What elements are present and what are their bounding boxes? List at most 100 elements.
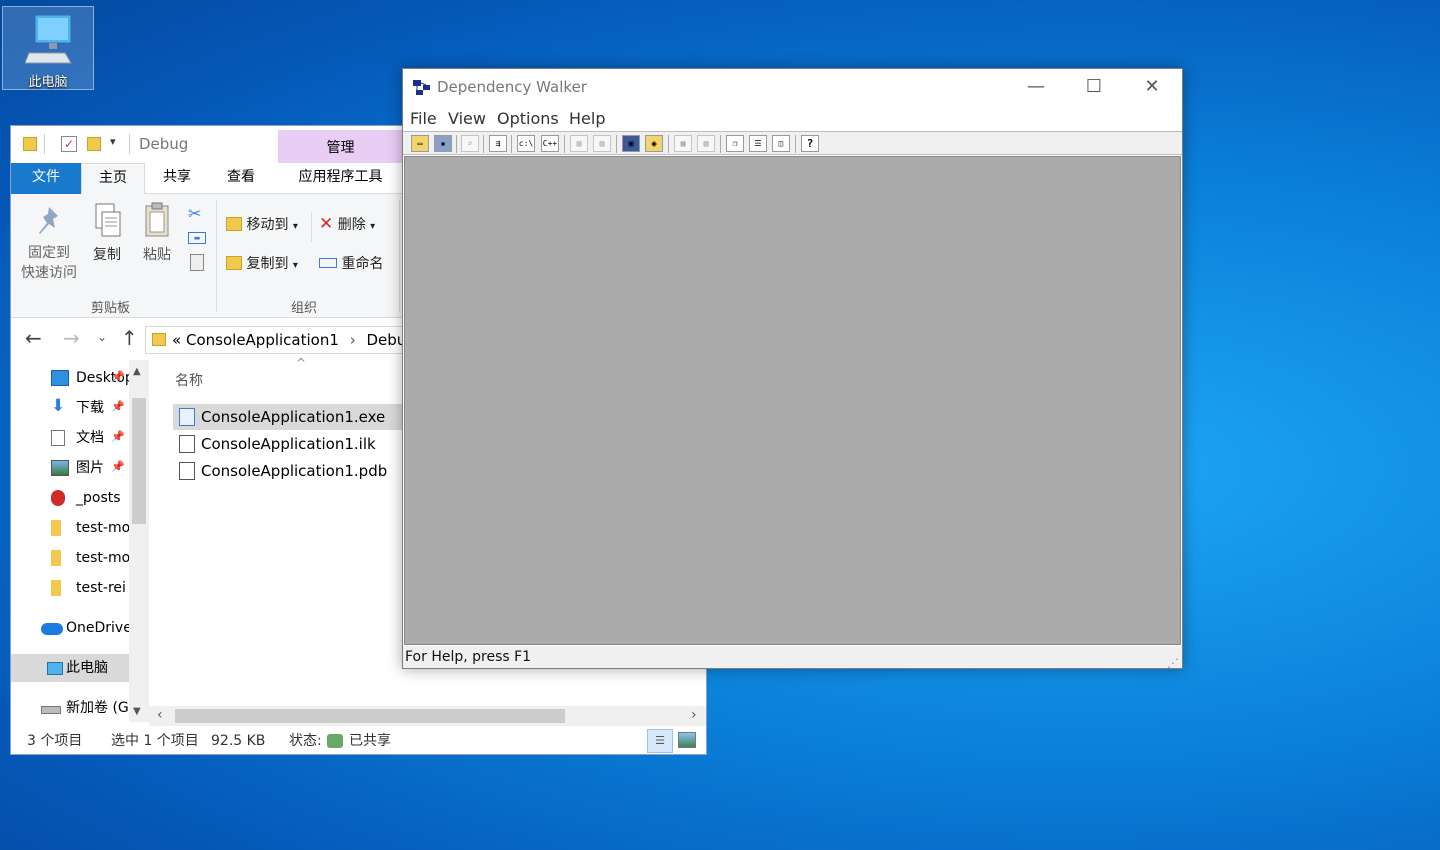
nav-item-folder[interactable]: test-mo (11, 514, 129, 542)
cascade-icon[interactable]: ❐ (726, 135, 744, 152)
nav-item-posts[interactable]: _posts (11, 484, 129, 512)
close-icon[interactable]: ✕ (1123, 69, 1181, 105)
new-folder-icon[interactable] (87, 137, 101, 151)
properties-icon[interactable]: ✓ (61, 136, 77, 152)
computer-icon (25, 14, 72, 64)
recent-locations-icon[interactable]: ⌄ (97, 330, 107, 344)
tile-vertical-icon[interactable]: ◫ (772, 135, 790, 152)
nav-item-folder[interactable]: test-rei (11, 574, 129, 602)
find-icon[interactable]: ⌕ (461, 135, 479, 152)
tab-file[interactable]: 文件 (11, 163, 81, 194)
file-row-exe[interactable]: ConsoleApplication1.exe (173, 404, 413, 430)
warning-folder-icon (51, 490, 65, 506)
context-tab-manage[interactable]: 管理 (278, 130, 403, 163)
large-icons-view-icon[interactable] (678, 732, 696, 748)
scroll-up-icon[interactable]: ▲ (133, 366, 141, 377)
maximize-icon[interactable]: ☐ (1065, 69, 1123, 105)
desktop-icon (51, 370, 69, 386)
horizontal-scrollbar-thumb[interactable] (175, 709, 565, 723)
move-folder-icon (226, 217, 242, 231)
dw-window-title: Dependency Walker (437, 78, 587, 96)
delete-button[interactable]: ✕ 删除 ▾ (319, 214, 375, 234)
tile-horizontal-icon[interactable]: ☰ (749, 135, 767, 152)
file-row-pdb[interactable]: ConsoleApplication1.pdb (173, 458, 413, 484)
file-icon (179, 435, 195, 453)
nav-scrollbar-thumb[interactable] (132, 398, 146, 524)
breadcrumb-consoleapplication1[interactable]: ConsoleApplication1 (186, 331, 339, 349)
folder-icon (51, 580, 61, 596)
properties-icon[interactable]: ▥ (593, 135, 611, 152)
dependency-walker-window: Dependency Walker — ☐ ✕ File View Option… (402, 68, 1183, 669)
window-title: Debug (139, 135, 189, 153)
save-icon[interactable]: ▪ (434, 135, 452, 152)
undecorate-cpp-icon[interactable]: C++ (541, 135, 559, 152)
back-arrow-icon[interactable]: ← (25, 326, 42, 350)
open-icon[interactable]: ▭ (411, 135, 429, 152)
rename-button[interactable]: 重命名 (319, 253, 383, 273)
pictures-icon (51, 460, 69, 476)
nav-item-onedrive[interactable]: OneDrive (11, 614, 129, 642)
nav-item-this-pc[interactable]: 此电脑 (11, 654, 129, 682)
desktop-icon-this-pc[interactable]: 此电脑 (2, 6, 94, 90)
copy-path-icon[interactable]: ▬ (188, 232, 206, 244)
scroll-down-icon[interactable]: ▼ (133, 706, 141, 717)
pinned-icon: 📌 (111, 430, 125, 443)
refresh-tree-icon[interactable]: ⇶ (489, 135, 507, 152)
dw-mdi-client-area[interactable] (404, 156, 1181, 645)
menu-options[interactable]: Options (497, 109, 559, 128)
download-arrow-icon: ⬇ (51, 396, 66, 416)
copy-folder-icon (226, 256, 242, 270)
delete-icon: ✕ (319, 214, 334, 234)
up-arrow-icon[interactable]: ↑ (121, 326, 138, 350)
pin-icon (39, 207, 58, 234)
full-paths-icon[interactable]: c:\ (517, 135, 535, 152)
details-view-icon[interactable]: ☰ (647, 729, 673, 753)
copy-item-icon[interactable]: ▤ (570, 135, 588, 152)
system-info-icon[interactable]: ▣ (622, 135, 640, 152)
copy-to-button[interactable]: 复制到 ▾ (226, 253, 298, 273)
minimize-icon[interactable]: — (1007, 69, 1065, 105)
nav-item-folder[interactable]: test-mo (11, 544, 129, 572)
edit-module-icon[interactable]: ▧ (697, 135, 715, 152)
menu-help[interactable]: Help (569, 109, 605, 128)
breadcrumb-debug[interactable]: Debug (366, 331, 404, 349)
breadcrumb-separator[interactable]: › (350, 331, 356, 349)
address-overflow-chevrons[interactable]: « (172, 327, 181, 353)
address-box[interactable]: « ConsoleApplication1 › Debug (145, 326, 405, 354)
selection-size: 92.5 KB (211, 733, 266, 749)
scroll-left-icon[interactable]: ‹ (157, 707, 163, 723)
folder-icon (152, 333, 166, 346)
pin-to-quick-access-button[interactable]: 固定到 快速访问 (17, 204, 81, 282)
cut-icon[interactable]: ✂ (188, 204, 201, 223)
forward-arrow-icon[interactable]: → (63, 326, 80, 350)
column-header-name[interactable]: 名称 (175, 370, 375, 390)
context-help-icon[interactable]: ? (801, 135, 819, 152)
nav-item-new-volume[interactable]: 新加卷 (G (11, 694, 129, 722)
tab-application-tools[interactable]: 应用程序工具 (278, 163, 403, 194)
module-list-icon[interactable]: ▦ (674, 135, 692, 152)
copy-button[interactable]: 复制 (85, 202, 129, 264)
pinned-icon: 📌 (111, 370, 125, 383)
customize-toolbar-icon[interactable]: ▾ (110, 135, 116, 148)
menu-view[interactable]: View (448, 109, 486, 128)
move-to-button[interactable]: 移动到 ▾ (226, 214, 298, 234)
nav-scrollbar[interactable]: ▲ ▼ (129, 360, 149, 722)
cloud-icon (41, 623, 63, 635)
dw-toolbar: ▭ ▪ ⌕ ⇶ c:\ C++ ▤ ▥ ▣ ◉ ▦ ▧ ❐ ☰ ◫ ? (403, 131, 1182, 155)
resize-grip-icon[interactable]: ⋰ (1167, 652, 1179, 668)
menu-file[interactable]: File (410, 109, 437, 128)
dw-menu-bar: File View Options Help (403, 105, 1182, 131)
dw-status-bar: For Help, press F1 ⋰ (403, 646, 1182, 668)
paste-button[interactable]: 粘贴 (135, 202, 179, 264)
chevron-down-icon: ▾ (292, 260, 298, 271)
tab-view[interactable]: 查看 (209, 163, 273, 194)
scroll-right-icon[interactable]: › (691, 707, 697, 723)
view-module-icon[interactable]: ◉ (645, 135, 663, 152)
paste-shortcut-icon[interactable] (190, 254, 204, 271)
file-row-ilk[interactable]: ConsoleApplication1.ilk (173, 431, 413, 457)
dw-title-bar[interactable]: Dependency Walker — ☐ ✕ (403, 69, 1182, 105)
tab-share[interactable]: 共享 (145, 163, 209, 194)
tab-home[interactable]: 主页 (81, 163, 145, 195)
file-horizontal-scrollbar[interactable]: ‹ › (149, 706, 706, 726)
share-state-label: 状态: (289, 733, 322, 749)
